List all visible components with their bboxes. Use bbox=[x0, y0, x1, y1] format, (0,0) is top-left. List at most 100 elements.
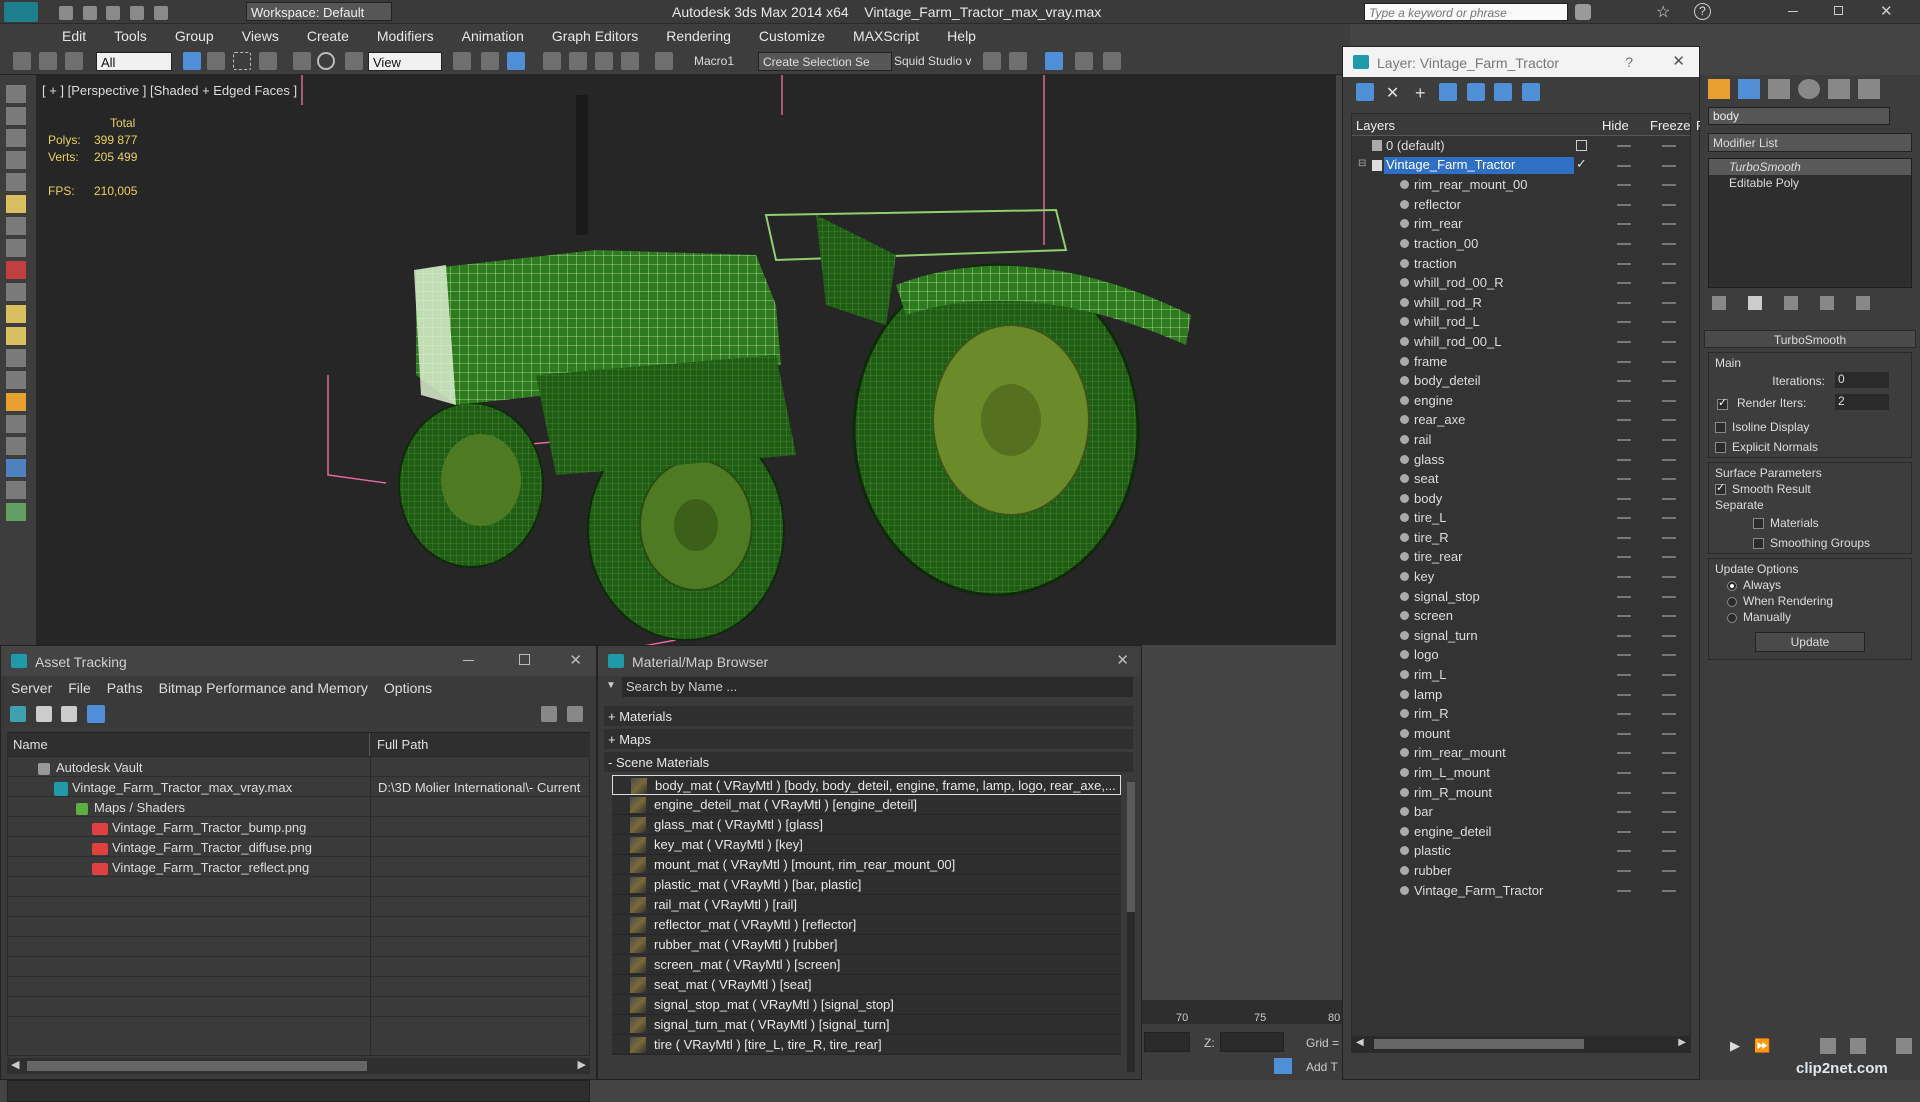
layer-object-row[interactable]: whill_rod_00_R bbox=[1352, 273, 1690, 293]
hide-toggle[interactable] bbox=[1617, 595, 1631, 598]
hide-toggle[interactable] bbox=[1617, 732, 1631, 735]
tool-icon[interactable] bbox=[6, 195, 26, 213]
modify-tab-icon[interactable] bbox=[1738, 79, 1760, 99]
layer-object-row[interactable]: rim_R_mount bbox=[1352, 783, 1690, 803]
isoline-checkbox[interactable] bbox=[1715, 422, 1726, 434]
abc-icon[interactable] bbox=[655, 52, 673, 70]
hide-toggle[interactable] bbox=[1617, 419, 1631, 422]
freeze-toggle[interactable] bbox=[1662, 321, 1676, 324]
freeze-toggle[interactable] bbox=[1662, 752, 1676, 755]
layer-object-row[interactable]: tire_rear bbox=[1352, 547, 1690, 567]
settings-icon[interactable] bbox=[567, 706, 583, 722]
hide-toggle[interactable] bbox=[1617, 576, 1631, 579]
modifier-list-dropdown[interactable]: Modifier List bbox=[1708, 133, 1912, 152]
section-materials[interactable]: + Materials bbox=[604, 706, 1133, 726]
curve-editor-icon[interactable] bbox=[1103, 52, 1121, 70]
percent-snap-icon[interactable] bbox=[595, 52, 613, 70]
freeze-toggle[interactable] bbox=[1662, 203, 1676, 206]
minimize-icon[interactable] bbox=[463, 660, 474, 661]
rotate-icon[interactable] bbox=[317, 52, 335, 70]
new-file-icon[interactable] bbox=[59, 5, 73, 20]
column-freeze[interactable]: Freeze bbox=[1650, 118, 1690, 133]
hide-all-layers-icon[interactable] bbox=[1494, 83, 1513, 101]
menu-maxscript[interactable]: MAXScript bbox=[839, 24, 933, 44]
layer-object-row[interactable]: engine_deteil bbox=[1352, 822, 1690, 842]
layer-object-row[interactable]: rim_rear_mount_00 bbox=[1352, 175, 1690, 195]
update-button[interactable]: Update bbox=[1755, 632, 1865, 652]
add-time-tag-icon[interactable] bbox=[1274, 1058, 1292, 1074]
select-highlighted-icon[interactable] bbox=[1438, 83, 1457, 101]
freeze-toggle[interactable] bbox=[1662, 497, 1676, 500]
layer-object-row[interactable]: key bbox=[1352, 567, 1690, 587]
column-name[interactable]: Name bbox=[13, 737, 48, 752]
create-tab-icon[interactable] bbox=[1708, 79, 1730, 99]
tool-icon[interactable] bbox=[6, 349, 26, 367]
hide-toggle[interactable] bbox=[1617, 478, 1631, 481]
angle-snap-icon[interactable] bbox=[569, 52, 587, 70]
freeze-toggle[interactable] bbox=[1662, 713, 1676, 716]
scroll-right-icon[interactable]: ▶ bbox=[1678, 1037, 1686, 1048]
hide-toggle[interactable] bbox=[1617, 772, 1631, 774]
menu-graph-editors[interactable]: Graph Editors bbox=[538, 24, 652, 44]
status-field[interactable] bbox=[7, 1080, 590, 1102]
layer-object-row[interactable]: glass bbox=[1352, 450, 1690, 470]
layer-object-row[interactable]: rear_axe bbox=[1352, 410, 1690, 430]
freeze-toggle[interactable] bbox=[1662, 556, 1676, 559]
freeze-toggle[interactable] bbox=[1662, 282, 1676, 285]
tool-icon[interactable] bbox=[6, 283, 26, 301]
macro-label[interactable]: Macro1 bbox=[694, 54, 734, 68]
hide-toggle[interactable] bbox=[1617, 811, 1631, 814]
freeze-toggle[interactable] bbox=[1662, 850, 1676, 853]
freeze-toggle[interactable] bbox=[1662, 615, 1676, 618]
layer-object-row[interactable]: screen bbox=[1352, 606, 1690, 626]
layer-manager-icon[interactable] bbox=[1045, 52, 1063, 70]
play-icon[interactable]: ▶ bbox=[1730, 1038, 1740, 1054]
delete-layer-icon[interactable]: ✕ bbox=[1384, 83, 1402, 102]
snaps-toggle-icon[interactable] bbox=[543, 52, 561, 70]
render-iters-checkbox[interactable] bbox=[1717, 396, 1728, 411]
save-icon[interactable] bbox=[106, 5, 121, 20]
tool-icon[interactable] bbox=[6, 437, 26, 455]
layer-object-row[interactable]: rim_rear_mount bbox=[1352, 743, 1690, 763]
table-row[interactable]: Vintage_Farm_Tractor_reflect.png bbox=[8, 857, 589, 877]
hide-toggle[interactable] bbox=[1617, 752, 1631, 755]
scroll-left-icon[interactable]: ◀ bbox=[1356, 1037, 1364, 1048]
select-object-icon[interactable] bbox=[183, 52, 201, 70]
tool-icon[interactable] bbox=[6, 107, 26, 125]
table-row[interactable]: Maps / Shaders bbox=[8, 797, 589, 817]
freeze-toggle[interactable] bbox=[1662, 595, 1676, 598]
tool-icon[interactable] bbox=[6, 459, 26, 477]
next-frame-icon[interactable]: ⏩ bbox=[1754, 1038, 1770, 1054]
material-item[interactable]: reflector_mat ( VRayMtl ) [reflector] bbox=[612, 915, 1121, 935]
table-view-icon[interactable] bbox=[86, 705, 105, 723]
binoculars-icon[interactable] bbox=[1575, 4, 1591, 20]
select-manipulate-icon[interactable] bbox=[481, 52, 499, 70]
material-item[interactable]: glass_mat ( VRayMtl ) [glass] bbox=[612, 815, 1121, 835]
tool-icon[interactable] bbox=[6, 239, 26, 257]
hide-toggle[interactable] bbox=[1617, 301, 1631, 304]
close-icon[interactable]: ✕ bbox=[1672, 52, 1685, 70]
close-icon[interactable]: ✕ bbox=[1116, 651, 1129, 669]
vertical-scrollbar[interactable] bbox=[1127, 782, 1135, 1072]
star-icon[interactable]: ☆ bbox=[1656, 2, 1670, 22]
freeze-toggle[interactable] bbox=[1662, 772, 1676, 774]
keyboard-shortcut-icon[interactable] bbox=[507, 52, 525, 70]
material-item[interactable]: key_mat ( VRayMtl ) [key] bbox=[612, 835, 1121, 855]
scale-icon[interactable] bbox=[345, 52, 363, 70]
layer-object-row[interactable]: seat bbox=[1352, 469, 1690, 489]
mirror-icon[interactable] bbox=[983, 52, 1001, 70]
hierarchy-tab-icon[interactable] bbox=[1768, 79, 1790, 99]
menu-bitmap-performance[interactable]: Bitmap Performance and Memory bbox=[151, 676, 376, 700]
layer-object-row[interactable]: body_deteil bbox=[1352, 371, 1690, 391]
menu-help[interactable]: Help bbox=[933, 24, 990, 44]
configure-sets-icon[interactable] bbox=[1856, 296, 1870, 310]
hide-toggle[interactable] bbox=[1617, 654, 1631, 657]
help-search-input[interactable]: Type a keyword or phrase bbox=[1364, 3, 1568, 21]
layer-object-row[interactable]: traction bbox=[1352, 254, 1690, 274]
layer-object-row[interactable]: tire_L bbox=[1352, 508, 1690, 528]
layer-object-row[interactable]: reflector bbox=[1352, 195, 1690, 215]
column-hide[interactable]: Hide bbox=[1602, 118, 1629, 133]
hide-toggle[interactable] bbox=[1617, 517, 1631, 520]
column-layers[interactable]: Layers bbox=[1356, 118, 1395, 133]
smoothing-groups-checkbox[interactable] bbox=[1753, 538, 1764, 550]
